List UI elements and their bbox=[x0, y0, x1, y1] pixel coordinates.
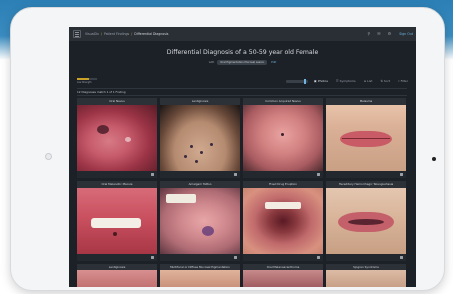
diagnosis-card[interactable]: Melasma bbox=[326, 98, 406, 178]
diagnosis-photo[interactable] bbox=[326, 188, 406, 254]
info-icon[interactable] bbox=[317, 173, 320, 176]
breadcrumb-item[interactable]: Patient Findings bbox=[104, 32, 129, 36]
card-footer bbox=[160, 254, 240, 261]
diagnosis-photo[interactable] bbox=[160, 188, 240, 254]
breadcrumb: VisualDx / Patient Findings / Differenti… bbox=[85, 32, 168, 36]
info-icon[interactable] bbox=[151, 256, 154, 259]
home-button[interactable] bbox=[432, 157, 436, 161]
card-footer bbox=[326, 171, 406, 178]
list-view-button[interactable]: ≡List bbox=[364, 79, 373, 83]
sort-button[interactable]: ⇅Sort bbox=[380, 79, 390, 83]
breadcrumb-item[interactable]: VisualDx bbox=[85, 32, 99, 36]
tablet-frame: VisualDx / Patient Findings / Differenti… bbox=[10, 7, 445, 291]
diagnosis-card[interactable]: Oral Melanoacanthoma bbox=[243, 264, 323, 287]
diagnosis-title: Melasma bbox=[326, 98, 406, 105]
results-count: 12 Diagnoses match 1 of 1 Finding bbox=[77, 90, 126, 94]
list-icon: ≡ bbox=[363, 79, 367, 83]
diagnosis-title: Fixed Drug Eruption bbox=[243, 181, 323, 188]
diagnosis-photo[interactable] bbox=[326, 270, 406, 287]
diagnosis-photo[interactable] bbox=[243, 188, 323, 254]
results-count-bar: 12 Diagnoses match 1 of 1 Finding bbox=[77, 88, 407, 96]
diagnosis-card[interactable]: Oral Nevus bbox=[77, 98, 157, 178]
diagnosis-title: Common Acquired Nevus bbox=[243, 98, 323, 105]
card-footer bbox=[243, 171, 323, 178]
diagnosis-title: Hereditary Hemorrhagic Telangiectasia bbox=[326, 181, 406, 188]
card-footer bbox=[243, 254, 323, 261]
diagnosis-photo[interactable] bbox=[77, 105, 157, 171]
page-title: Differential Diagnosis of a 50-59 year o… bbox=[166, 49, 319, 56]
topbar-actions: ⚲ ✉ ⚙ Sign Out bbox=[360, 27, 413, 41]
match-strength: Low Strength bbox=[77, 78, 97, 84]
symptoms-view-button[interactable]: ☰Symptoms bbox=[336, 79, 356, 83]
diagnosis-photo[interactable] bbox=[326, 105, 406, 171]
diagnosis-title: Oral Nevus bbox=[77, 98, 157, 105]
info-icon[interactable] bbox=[151, 173, 154, 176]
strength-bar-fill bbox=[77, 78, 89, 80]
breadcrumb-item-current: Differential Diagnosis bbox=[134, 32, 169, 36]
diagnosis-photo[interactable] bbox=[160, 270, 240, 287]
symptoms-icon: ☰ bbox=[335, 79, 339, 83]
view-toolbar: ▣Photos ☰Symptoms ≡List ⇅Sort ▿Filter bbox=[285, 77, 416, 85]
photo-icon: ▣ bbox=[313, 79, 317, 83]
finding-pill[interactable]: Oral Pigmentation Mucosal Lesion bbox=[217, 60, 268, 65]
diagnosis-photo[interactable] bbox=[243, 270, 323, 287]
search-icon[interactable]: ⚲ bbox=[367, 32, 370, 36]
zoom-slider-handle[interactable] bbox=[303, 78, 306, 84]
diagnosis-grid: Oral Nevus Lentiginosis Common Acquired … bbox=[77, 98, 407, 261]
diagnosis-title: Amalgam Tattoo bbox=[160, 181, 240, 188]
diagnosis-grid-row: Lentiginosis Multifocal or Diffuse Mucos… bbox=[77, 264, 407, 287]
diagnosis-title: Lentiginosis bbox=[160, 98, 240, 105]
diagnosis-card[interactable]: Multifocal or Diffuse Mucosal Pigmentati… bbox=[160, 264, 240, 287]
card-footer bbox=[326, 254, 406, 261]
share-icon[interactable]: ✉ bbox=[377, 32, 380, 36]
menu-icon[interactable] bbox=[73, 30, 81, 38]
diagnosis-card[interactable]: Hereditary Hemorrhagic Telangiectasia bbox=[326, 181, 406, 261]
breadcrumb-separator: / bbox=[131, 32, 133, 36]
diagnosis-photo[interactable] bbox=[160, 105, 240, 171]
app-screen: VisualDx / Patient Findings / Differenti… bbox=[69, 27, 416, 287]
card-footer bbox=[77, 254, 157, 261]
card-footer bbox=[77, 171, 157, 178]
diagnosis-title: Oral Melanotic Macule bbox=[77, 181, 157, 188]
info-icon[interactable] bbox=[234, 173, 237, 176]
info-icon[interactable] bbox=[317, 256, 320, 259]
strength-bar bbox=[77, 78, 97, 80]
filter-icon: ▿ bbox=[398, 79, 400, 83]
top-bar: VisualDx / Patient Findings / Differenti… bbox=[69, 27, 416, 41]
diagnosis-card[interactable]: Lentiginosis bbox=[160, 98, 240, 178]
zoom-slider[interactable] bbox=[285, 78, 308, 84]
diagnosis-card[interactable]: Lentiginosis bbox=[77, 264, 157, 287]
diagnosis-card[interactable]: Sjogren Syndrome bbox=[326, 264, 406, 287]
findings-label: with bbox=[208, 61, 215, 64]
edit-findings-link[interactable]: Edit bbox=[271, 61, 276, 64]
filter-button[interactable]: ▿Filter bbox=[398, 79, 408, 83]
diagnosis-photo[interactable] bbox=[243, 105, 323, 171]
diagnosis-card[interactable]: Fixed Drug Eruption bbox=[243, 181, 323, 261]
diagnosis-card[interactable]: Amalgam Tattoo bbox=[160, 181, 240, 261]
photos-view-button[interactable]: ▣Photos bbox=[314, 79, 328, 83]
gear-icon[interactable]: ⚙ bbox=[388, 32, 392, 36]
info-icon[interactable] bbox=[400, 256, 403, 259]
sign-out-link[interactable]: Sign Out bbox=[399, 32, 413, 36]
sort-icon: ⇅ bbox=[380, 79, 383, 83]
strength-label: Low Strength bbox=[77, 81, 92, 84]
diagnosis-photo[interactable] bbox=[77, 188, 157, 254]
info-icon[interactable] bbox=[400, 173, 403, 176]
camera-icon bbox=[45, 153, 52, 160]
diagnosis-card[interactable]: Oral Melanotic Macule bbox=[77, 181, 157, 261]
card-footer bbox=[160, 171, 240, 178]
findings-summary: with Oral Pigmentation Mucosal Lesion Ed… bbox=[69, 60, 416, 65]
info-icon[interactable] bbox=[234, 256, 237, 259]
diagnosis-card[interactable]: Common Acquired Nevus bbox=[243, 98, 323, 178]
diagnosis-photo[interactable] bbox=[77, 270, 157, 287]
breadcrumb-separator: / bbox=[100, 32, 102, 36]
